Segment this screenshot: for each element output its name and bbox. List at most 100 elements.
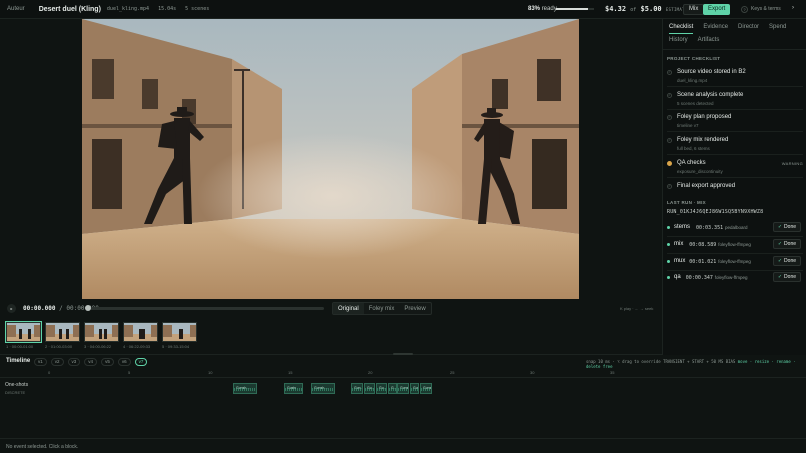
checklist-rule: [667, 154, 803, 156]
scene-count: 5 scenes: [185, 6, 210, 12]
scene-thumbnail[interactable]: [123, 322, 158, 342]
cost-spent: $4.32: [605, 5, 627, 13]
version-tab-v1[interactable]: v1: [34, 358, 47, 366]
timeline-title: Timeline: [6, 358, 31, 364]
play-button[interactable]: ▸: [7, 304, 16, 313]
checklist-rule: [667, 131, 803, 133]
brand-logo[interactable]: Auteur: [7, 6, 25, 12]
scene-thumbnail[interactable]: [84, 322, 119, 342]
stage-done-button[interactable]: ✓ Done: [772, 222, 801, 232]
mode-original[interactable]: Original: [333, 303, 364, 314]
stage-name: mix: [674, 240, 684, 247]
version-tab-v2[interactable]: v2: [50, 358, 64, 366]
project-duration: 15.04s: [158, 6, 177, 12]
foley-clip[interactable]: Gu…: [376, 383, 387, 394]
help-icon[interactable]: ?: [741, 6, 748, 13]
foley-clip[interactable]: Gunsh…: [410, 383, 419, 394]
foley-clip[interactable]: Gunshot ga…: [420, 383, 432, 394]
ruler-tick: 20: [368, 370, 373, 375]
timeline-divider: [0, 354, 662, 355]
ruler-tick: 5: [128, 370, 131, 375]
mode-foley-mix[interactable]: Foley mix: [364, 303, 400, 314]
scene-label: 4 · 06:22-09:33: [123, 344, 151, 349]
scrubber[interactable]: [85, 305, 324, 311]
cost-total: $5.00: [640, 5, 662, 13]
scene-thumbnail[interactable]: [162, 322, 197, 342]
timeline-bottom-rule: [0, 438, 806, 439]
stage-done-button[interactable]: ✓ Done: [772, 255, 801, 266]
western-duel-frame: [82, 19, 579, 299]
stage-duration: 00:08.589: [689, 241, 717, 248]
stage-done-button[interactable]: ✓ Done: [772, 238, 801, 249]
stage-name: qa: [674, 274, 681, 281]
tab-artifacts[interactable]: Artifacts: [698, 35, 720, 47]
checklist-rule: [667, 86, 803, 87]
stage-status-dot: [667, 242, 670, 246]
foley-clip[interactable]: Gusts: [284, 383, 303, 394]
foley-clip[interactable]: Gu…: [364, 383, 375, 394]
stage-status: Done: [784, 224, 796, 230]
ready-progress-bar: [556, 8, 594, 10]
ready-label: ready: [541, 6, 557, 12]
run-stage: mix 00:08.589 foleyflow-ffmpeg ✓ Done: [667, 238, 803, 253]
cost-estimate: $4.32 of $5.00 ESTIMATE: [605, 5, 688, 13]
stage-duration: 00:01.021: [689, 258, 717, 265]
foley-clip[interactable]: Gunsh…: [233, 383, 257, 394]
ready-status: 83% ready: [528, 6, 557, 12]
timeline-hint: snap 10 ms · ⌥ drag to override TRANSIEN…: [586, 359, 806, 369]
checklist-sub: 5 scenes detected: [677, 100, 714, 106]
ready-progress-fill: [556, 8, 588, 10]
version-tabs: v1 v2 v3 v4 v5 v6 v7: [34, 358, 148, 366]
scene-label: 2 · 01:00-03:00: [45, 344, 73, 349]
foley-clip[interactable]: Gunsh…: [311, 383, 335, 394]
checklist-sub: timeline v7: [677, 123, 699, 129]
video-frame[interactable]: [82, 19, 579, 299]
tab-spend[interactable]: Spend: [769, 22, 786, 34]
ready-percent: 83%: [528, 6, 541, 12]
tab-rule: [663, 49, 806, 50]
scrubber-handle[interactable]: [85, 305, 91, 311]
mix-button[interactable]: Mix: [683, 4, 705, 15]
collapse-panel-icon[interactable]: ›: [792, 5, 794, 11]
mode-preview[interactable]: Preview: [399, 303, 430, 314]
stage-done-button[interactable]: ✓ Done: [772, 272, 801, 283]
version-tab-v7[interactable]: v7: [134, 358, 148, 366]
stage-tool: pedalboard: [725, 225, 748, 230]
stage-rule: [667, 252, 803, 254]
tab-history[interactable]: History: [669, 35, 688, 47]
checklist-title: Foley mix rendered: [677, 137, 729, 144]
export-button[interactable]: Export: [703, 4, 731, 15]
done-check-icon: ✓: [777, 274, 783, 281]
keys-terms-link[interactable]: Keys & terms: [751, 6, 781, 12]
scene-thumbnail[interactable]: [45, 322, 80, 342]
checklist-sub: duel_kling.mp4: [677, 78, 708, 83]
tab-checklist[interactable]: Checklist: [669, 22, 694, 34]
foley-clip[interactable]: Gun…: [351, 383, 363, 394]
check-icon: ✓: [667, 92, 672, 98]
scene-thumbnails: [5, 321, 197, 343]
resize-handle[interactable]: [393, 353, 413, 355]
tab-director[interactable]: Director: [738, 22, 759, 34]
checklist-title: Final export approved: [677, 182, 736, 189]
done-check-icon: ✓: [777, 240, 783, 247]
stage-rule: [667, 269, 803, 271]
playback-mode-toggle: Original Foley mix Preview: [332, 302, 432, 315]
track-sub-label: DISCRETE: [5, 390, 26, 395]
foley-clip[interactable]: G…: [388, 383, 397, 394]
foley-clip[interactable]: Gunsh…: [397, 383, 409, 394]
scene-label: 3 · 04:00-06:22: [84, 344, 112, 349]
version-tab-v4[interactable]: v4: [84, 358, 98, 366]
checklist-rule: [667, 108, 803, 110]
version-tab-v5[interactable]: v5: [101, 358, 114, 366]
check-icon: ✓: [667, 183, 672, 189]
version-tab-v3[interactable]: v3: [67, 358, 81, 366]
stage-name: mux: [674, 257, 686, 264]
last-run-label: LAST RUN · MIX: [667, 200, 706, 205]
scene-labels: 1 · 00:00-01:00 2 · 01:00-03:00 3 · 04:00-…: [6, 344, 201, 349]
scene-thumbnail[interactable]: [5, 321, 42, 343]
version-tab-v6[interactable]: v6: [117, 358, 131, 366]
status-message: No event selected. Click a block.: [6, 444, 79, 450]
tab-evidence[interactable]: Evidence: [703, 22, 728, 34]
cost-of: of: [630, 7, 637, 13]
done-check-icon: ✓: [777, 224, 783, 230]
